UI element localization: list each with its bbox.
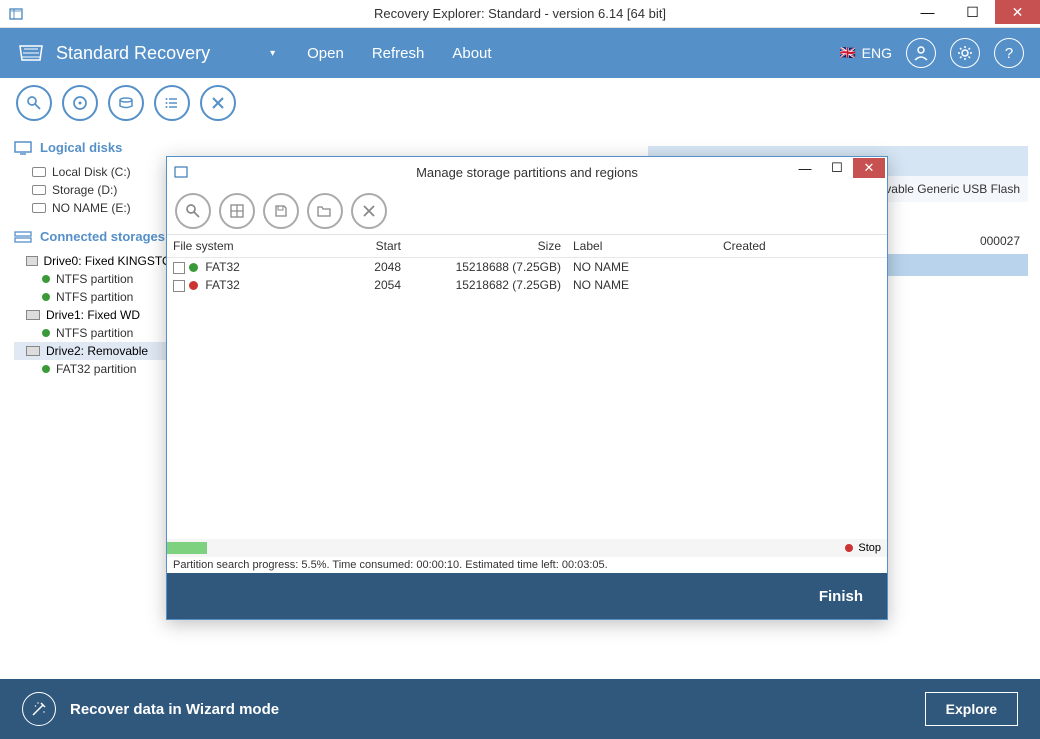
search-tool-button[interactable] <box>16 85 52 121</box>
logical-disk[interactable]: Local Disk (C:) <box>14 163 180 181</box>
menu-about[interactable]: About <box>452 45 491 62</box>
dialog-icon <box>173 164 189 180</box>
connected-storages-section: Connected storages <box>14 229 180 244</box>
logo-icon <box>16 38 46 68</box>
settings-button[interactable] <box>950 38 980 68</box>
dialog-close-button[interactable]: ✕ <box>853 158 885 178</box>
dialog-search-button[interactable] <box>175 193 211 229</box>
status-dot-icon <box>42 275 50 283</box>
sidebar: Logical disks Local Disk (C:) Storage (D… <box>0 128 180 679</box>
disk-tool-button[interactable] <box>62 85 98 121</box>
fs-status-dot-icon <box>189 263 198 272</box>
status-dot-icon <box>42 365 50 373</box>
monitor-icon <box>14 141 32 155</box>
close-button[interactable]: ✕ <box>995 0 1040 24</box>
menu-refresh[interactable]: Refresh <box>372 45 425 62</box>
dialog-save-button[interactable] <box>263 193 299 229</box>
list-tool-button[interactable] <box>154 85 190 121</box>
partition-item[interactable]: NTFS partition <box>14 324 180 342</box>
partitions-table: File system Start Size Label Created FAT… <box>167 235 887 539</box>
app-name: Standard Recovery <box>56 43 210 64</box>
main-toolbar <box>0 78 1040 128</box>
app-logo: Standard Recovery <box>16 38 210 68</box>
logical-disk[interactable]: NO NAME (E:) <box>14 199 180 217</box>
partition-item[interactable]: NTFS partition <box>14 288 180 306</box>
partition-item[interactable]: FAT32 partition <box>14 360 180 378</box>
dialog-toolbar <box>167 187 887 235</box>
dialog-title: Manage storage partitions and regions <box>416 165 638 180</box>
col-created[interactable]: Created <box>717 235 887 258</box>
col-start[interactable]: Start <box>327 235 407 258</box>
drive-item[interactable]: Drive0: Fixed KINGSTON <box>14 252 180 270</box>
drive-icon <box>32 185 46 195</box>
drive-item[interactable]: Drive1: Fixed WD <box>14 306 180 324</box>
logical-disk[interactable]: Storage (D:) <box>14 181 180 199</box>
language-selector[interactable]: 🇬🇧 ENG <box>839 45 892 61</box>
status-dot-icon <box>42 293 50 301</box>
app-footer: Recover data in Wizard mode Explore <box>0 679 1040 739</box>
dialog-maximize-button[interactable]: ☐ <box>821 158 853 178</box>
dialog-titlebar: Manage storage partitions and regions — … <box>167 157 887 187</box>
app-icon <box>8 6 24 22</box>
dialog-window-controls: — ☐ ✕ <box>789 158 885 178</box>
window-controls: — ☐ ✕ <box>905 0 1040 24</box>
explore-button[interactable]: Explore <box>925 692 1018 726</box>
help-button[interactable]: ? <box>994 38 1024 68</box>
storage-icon <box>14 230 32 244</box>
dialog-minimize-button[interactable]: — <box>789 158 821 178</box>
table-row[interactable]: FAT32205415218682 (7.25GB)NO NAME <box>167 276 887 294</box>
finish-button[interactable]: Finish <box>819 588 863 605</box>
stop-icon <box>845 544 853 552</box>
user-button[interactable] <box>906 38 936 68</box>
app-header: Standard Recovery ▾ Open Refresh About 🇬… <box>0 28 1040 78</box>
dialog-open-button[interactable] <box>307 193 343 229</box>
table-row[interactable]: FAT32204815218688 (7.25GB)NO NAME <box>167 258 887 277</box>
fs-status-dot-icon <box>189 281 198 290</box>
disk-icon <box>26 256 38 266</box>
maximize-button[interactable]: ☐ <box>950 0 995 24</box>
logical-disks-section: Logical disks <box>14 140 180 155</box>
dialog-footer: Finish <box>167 573 887 619</box>
menu-open[interactable]: Open <box>307 45 344 62</box>
disk-icon <box>26 346 40 356</box>
flag-icon: 🇬🇧 <box>839 45 855 61</box>
dialog-cancel-button[interactable] <box>351 193 387 229</box>
main-menu: ▾ Open Refresh About <box>270 45 491 62</box>
table-header-row: File system Start Size Label Created <box>167 235 887 258</box>
header-right: 🇬🇧 ENG ? <box>839 38 1024 68</box>
close-tool-button[interactable] <box>200 85 236 121</box>
minimize-button[interactable]: — <box>905 0 950 24</box>
manage-partitions-dialog: Manage storage partitions and regions — … <box>166 156 888 620</box>
col-label[interactable]: Label <box>567 235 717 258</box>
dialog-grid-button[interactable] <box>219 193 255 229</box>
menu-dropdown-icon: ▾ <box>270 48 275 59</box>
checkbox[interactable] <box>173 262 185 274</box>
image-tool-button[interactable] <box>108 85 144 121</box>
progress-bar: Stop <box>167 539 887 557</box>
wizard-label[interactable]: Recover data in Wizard mode <box>70 701 279 718</box>
window-title: Recovery Explorer: Standard - version 6.… <box>374 6 666 21</box>
status-dot-icon <box>42 329 50 337</box>
wizard-icon <box>22 692 56 726</box>
checkbox[interactable] <box>173 280 185 292</box>
main-titlebar: Recovery Explorer: Standard - version 6.… <box>0 0 1040 28</box>
disk-icon <box>26 310 40 320</box>
drive-item-selected[interactable]: Drive2: Removable <box>14 342 180 360</box>
progress-status: Partition search progress: 5.5%. Time co… <box>167 557 887 573</box>
drive-icon <box>32 167 46 177</box>
stop-button[interactable]: Stop <box>845 542 881 554</box>
col-filesystem[interactable]: File system <box>167 235 327 258</box>
partition-item[interactable]: NTFS partition <box>14 270 180 288</box>
col-size[interactable]: Size <box>407 235 567 258</box>
progress-fill <box>167 542 207 554</box>
drive-icon <box>32 203 46 213</box>
